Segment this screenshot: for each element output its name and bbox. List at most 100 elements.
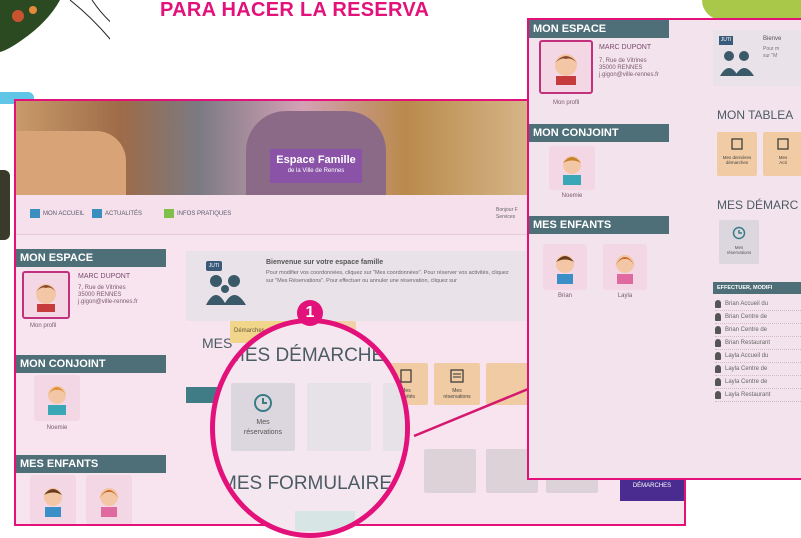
news-icon [92,209,102,218]
right-user-avatar[interactable] [539,40,593,94]
step-number-badge: 1 [297,300,323,326]
right-welcome-line-1: Pour m [763,46,780,52]
reservation-row[interactable]: Brian Restaurant [715,337,801,350]
right-family-icon [720,51,754,76]
conjoint-name: Noemie [46,425,68,431]
right-tile-last-demarches-label: Mes dernières démarches [722,155,752,165]
banner-title-box: Espace Famille de la Ville de Rennes [270,149,362,183]
welcome-body: Pour modifier vos coordonnées, cliquez s… [266,270,509,284]
user-avatar[interactable] [22,271,70,319]
right-welcome-box: JUTI Bienve Pour m sur "M [713,30,801,86]
right-child-layla[interactable]: Layla [603,244,647,299]
mon-conjoint-heading: MON CONJOINT [16,355,166,373]
reservation-row-label: Layla Accueil du [725,353,769,359]
right-user-address-1: 7, Rue de Vitrines [599,58,647,64]
right-reservation-list: Brian Accueil du Brian Centre de Brian C… [715,298,801,402]
woman-face-icon [48,386,66,415]
right-profile-link[interactable]: Mon profil [553,100,579,106]
right-welcome-title: Bienve [763,36,782,42]
right-child-brian[interactable]: Brian [543,244,587,299]
right-reservations-tile[interactable]: Mes réservations [719,220,759,264]
magnifier-circle: MES DÉMARCHES Mes réservations MES FORMU… [210,318,410,538]
nav-news[interactable]: ACTUALITÉS [92,209,142,218]
right-user-email: j.gigon@ville-rennes.fr [599,72,659,78]
reservation-row-label: Brian Restaurant [725,340,771,346]
banner-subtitle: de la Ville de Rennes [287,168,345,174]
right-child-layla-name: Layla [617,293,633,299]
right-conjoint-avatar[interactable]: Noemie [549,146,595,199]
reservation-row[interactable]: Layla Centre de [715,363,801,376]
step-number: 1 [305,304,315,321]
nav-right-greeting: Bonjour F Services [496,207,518,221]
reservation-row-label: Layla Restaurant [725,392,771,398]
left-dark-strip [0,170,10,240]
form-tile-1[interactable] [424,449,476,493]
info-icon [164,209,174,218]
person-icon [715,378,721,386]
plant-decoration [0,0,121,60]
tile-extra[interactable] [486,363,532,405]
welcome-badge: JUTI [206,261,222,271]
empty-tile-1[interactable] [307,383,371,451]
document-icon [400,369,412,383]
magnifier-mes-demarches: MES DÉMARCHES [229,345,397,366]
right-tile-last-demarches[interactable]: Mes dernières démarches [717,132,757,176]
child-avatar-layla[interactable] [86,475,132,524]
reservation-row-label: Layla Centre de [725,379,768,385]
banner-food [16,131,126,195]
leaf-illustration [0,0,121,52]
reservation-row[interactable]: Layla Accueil du [715,350,801,363]
reservation-row[interactable]: Layla Restaurant [715,389,801,402]
child-boy-icon [44,488,62,517]
right-mes-demarches: MES DÉMARC [717,198,799,212]
person-icon [715,365,721,373]
boy-face-icon [36,284,56,312]
right-mon-tableau: MON TABLEA [717,108,794,122]
magnifier-bottom-tile [295,511,355,531]
greeting-line-2: Services [496,214,516,220]
green-blob [702,0,801,20]
tile-reservations[interactable]: Mes réservations [434,363,480,405]
right-tile-activities-label: Mes Acti [778,155,788,165]
user-email: j.gigon@ville-rennes.fr [78,299,138,305]
right-conjoint-name: Noemie [561,193,583,199]
nav-info[interactable]: INFOS PRATIQUES [164,209,231,218]
family-icon [206,275,246,305]
child-avatar-brian[interactable] [30,475,76,524]
right-tile-activities[interactable]: Mes Acti [763,132,801,176]
nav-home-label: MON ACCUEIL [43,210,85,217]
reservation-row[interactable]: Layla Centre de [715,376,801,389]
nav-info-label: INFOS PRATIQUES [177,210,232,217]
right-reservations-label-2: réservations [726,250,752,255]
mes-reservations-label-2: réservations [243,429,283,436]
person-icon [715,326,721,334]
banner: Espace Famille de la Ville de Rennes [16,101,536,195]
right-activities-icon [777,138,789,150]
child-girl-icon [99,488,119,517]
home-icon [30,209,40,218]
person-icon [715,352,721,360]
right-welcome-line-2: sur "M [763,53,778,59]
right-child-girl-icon [615,255,635,284]
nav-home[interactable]: MON ACCUEIL [30,209,84,218]
profile-link[interactable]: Mon profil [30,323,56,329]
right-document-icon [731,138,743,150]
reservation-row[interactable]: Brian Centre de [715,311,801,324]
mes-enfants-heading: MES ENFANTS [16,455,166,473]
right-mon-espace-heading: MON ESPACE [529,20,669,38]
right-screenshot: MON ESPACE MARC DUPONT 7, Rue de Vitrine… [527,18,801,480]
magnifier-bottom-cut: MES [225,509,256,525]
reservation-row[interactable]: Brian Accueil du [715,298,801,311]
checklist-icon [450,369,464,383]
right-user-name: MARC DUPONT [599,44,652,51]
magnifier-mes-formulaires: MES FORMULAIRES [221,473,405,494]
mes-reservations-tile[interactable]: Mes réservations [231,383,295,451]
mes-reservations-label-1: Mes [256,419,270,426]
right-welcome-badge: JUTI [719,36,733,45]
banner-title: Espace Famille [276,154,356,166]
reservation-row[interactable]: Brian Centre de [715,324,801,337]
conjoint-avatar[interactable]: Noemie [34,375,80,431]
reservation-row-label: Brian Centre de [725,314,768,320]
page-heading: PARA HACER LA RESERVA [160,0,430,21]
mes-partial-label: MES [202,335,233,351]
